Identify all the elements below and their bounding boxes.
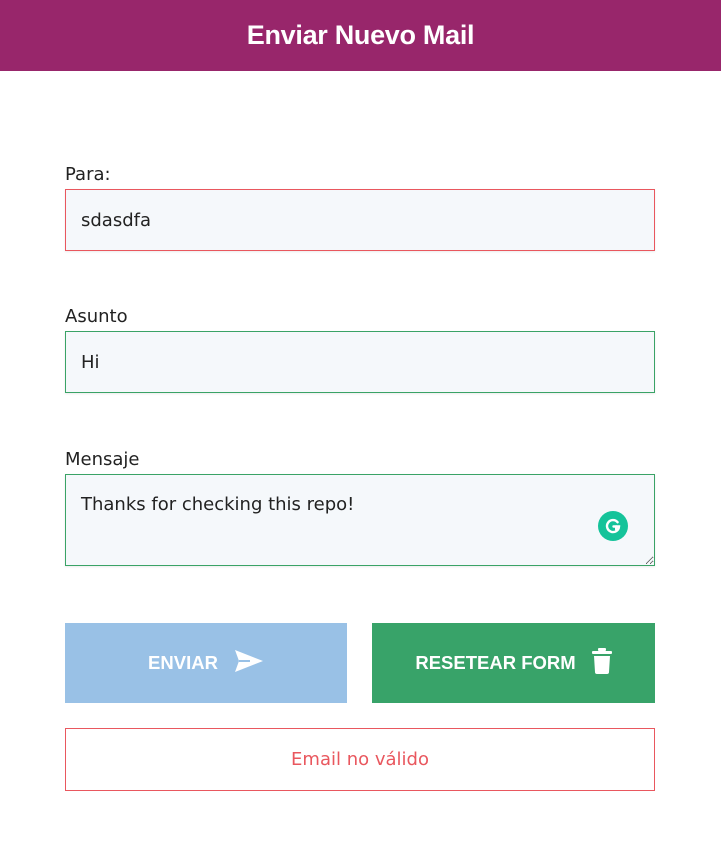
grammarly-icon[interactable] xyxy=(598,511,628,541)
error-message-text: Email no válido xyxy=(291,749,429,770)
send-button[interactable]: ENVIAR xyxy=(65,623,347,703)
reset-button-label: RESETEAR FORM xyxy=(415,652,576,673)
paper-plane-icon xyxy=(234,649,264,678)
to-label: Para: xyxy=(65,164,111,185)
page-title: Enviar Nuevo Mail xyxy=(246,20,475,50)
message-field[interactable]: Thanks for checking this repo! xyxy=(65,474,655,566)
to-field[interactable] xyxy=(65,189,655,251)
subject-label: Asunto xyxy=(65,306,128,327)
reset-button[interactable]: RESETEAR FORM xyxy=(372,623,655,703)
send-button-label: ENVIAR xyxy=(148,652,218,673)
message-label: Mensaje xyxy=(65,449,140,470)
error-message: Email no válido xyxy=(65,728,655,791)
trash-icon xyxy=(591,647,612,679)
page-header: Enviar Nuevo Mail xyxy=(0,0,721,71)
subject-field[interactable] xyxy=(65,331,655,393)
